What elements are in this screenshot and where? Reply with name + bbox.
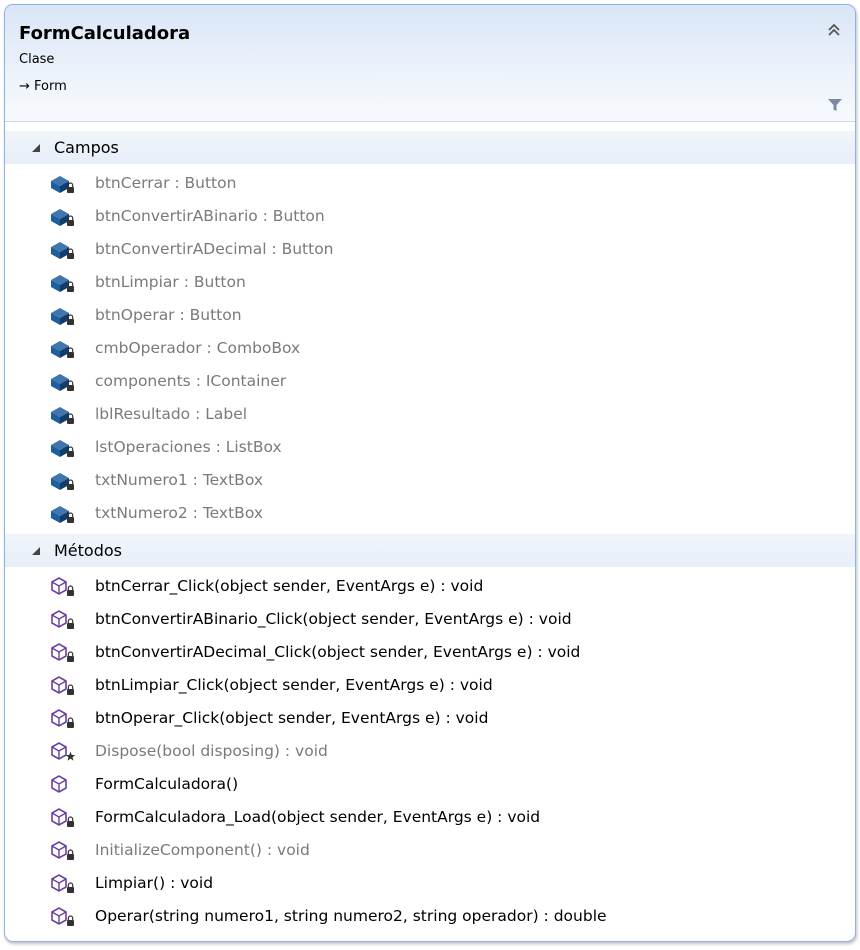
private-field-icon: [49, 369, 77, 395]
method-label: InitializeComponent() : void: [95, 841, 310, 859]
method-label: FormCalculadora(): [95, 775, 239, 793]
filter-icon[interactable]: [827, 97, 843, 113]
field-row[interactable]: btnConvertirADecimal : Button: [5, 234, 855, 267]
field-label: btnOperar : Button: [95, 306, 242, 324]
protected-method-icon: [49, 739, 77, 765]
field-row[interactable]: btnLimpiar : Button: [5, 267, 855, 300]
method-row[interactable]: btnOperar_Click(object sender, EventArgs…: [5, 703, 855, 736]
private-field-icon: [49, 468, 77, 494]
private-method-icon: [49, 871, 77, 897]
field-row[interactable]: btnCerrar : Button: [5, 168, 855, 201]
method-label: Limpiar() : void: [95, 874, 214, 892]
field-row[interactable]: lblResultado : Label: [5, 399, 855, 432]
field-label: components : IContainer: [95, 372, 287, 390]
private-method-icon: [49, 904, 77, 930]
method-row[interactable]: Operar(string numero1, string numero2, s…: [5, 901, 855, 934]
method-label: FormCalculadora_Load(object sender, Even…: [95, 808, 541, 826]
class-diagram-box: FormCalculadora Clase → Form Campos btnC…: [4, 4, 856, 942]
method-label: btnConvertirABinario_Click(object sender…: [95, 610, 572, 628]
method-row[interactable]: Limpiar() : void: [5, 868, 855, 901]
method-row[interactable]: InitializeComponent() : void: [5, 835, 855, 868]
field-label: btnCerrar : Button: [95, 174, 237, 192]
class-name: FormCalculadora: [19, 23, 191, 44]
method-label: btnConvertirADecimal_Click(object sender…: [95, 643, 581, 661]
methods-section-label: Métodos: [54, 541, 122, 560]
private-method-icon: [49, 805, 77, 831]
base-class: → Form: [19, 79, 67, 94]
private-field-icon: [49, 402, 77, 428]
field-row[interactable]: txtNumero1 : TextBox: [5, 465, 855, 498]
method-label: btnCerrar_Click(object sender, EventArgs…: [95, 577, 484, 595]
field-label: btnConvertirADecimal : Button: [95, 240, 334, 258]
method-row[interactable]: btnConvertirADecimal_Click(object sender…: [5, 637, 855, 670]
expand-triangle-icon[interactable]: [31, 143, 41, 153]
public-method-icon: [49, 772, 77, 798]
private-field-icon: [49, 204, 77, 230]
private-method-icon: [49, 574, 77, 600]
method-row[interactable]: btnConvertirABinario_Click(object sender…: [5, 604, 855, 637]
private-method-icon: [49, 706, 77, 732]
class-stereotype: Clase: [19, 52, 55, 67]
field-label: btnLimpiar : Button: [95, 273, 246, 291]
field-row[interactable]: btnOperar : Button: [5, 300, 855, 333]
field-row[interactable]: txtNumero2 : TextBox: [5, 498, 855, 531]
private-field-icon: [49, 270, 77, 296]
fields-section-header[interactable]: Campos: [5, 131, 855, 164]
private-field-icon: [49, 336, 77, 362]
private-field-icon: [49, 237, 77, 263]
class-header: FormCalculadora Clase → Form: [5, 5, 855, 122]
expand-triangle-icon[interactable]: [31, 546, 41, 556]
field-label: txtNumero2 : TextBox: [95, 504, 263, 522]
methods-section-header[interactable]: Métodos: [5, 534, 855, 567]
field-label: cmbOperador : ComboBox: [95, 339, 301, 357]
private-field-icon: [49, 501, 77, 527]
private-field-icon: [49, 303, 77, 329]
field-label: lblResultado : Label: [95, 405, 248, 423]
method-label: btnOperar_Click(object sender, EventArgs…: [95, 709, 489, 727]
private-method-icon: [49, 640, 77, 666]
method-row[interactable]: Dispose(bool disposing) : void: [5, 736, 855, 769]
private-method-icon: [49, 838, 77, 864]
fields-section-label: Campos: [54, 138, 119, 157]
field-label: lstOperaciones : ListBox: [95, 438, 282, 456]
field-label: btnConvertirABinario : Button: [95, 207, 325, 225]
field-row[interactable]: btnConvertirABinario : Button: [5, 201, 855, 234]
field-row[interactable]: components : IContainer: [5, 366, 855, 399]
method-row[interactable]: FormCalculadora(): [5, 769, 855, 802]
field-row[interactable]: lstOperaciones : ListBox: [5, 432, 855, 465]
method-label: btnLimpiar_Click(object sender, EventArg…: [95, 676, 493, 694]
method-row[interactable]: btnLimpiar_Click(object sender, EventArg…: [5, 670, 855, 703]
method-row[interactable]: btnCerrar_Click(object sender, EventArgs…: [5, 571, 855, 604]
private-method-icon: [49, 673, 77, 699]
collapse-chevron-icon[interactable]: [825, 21, 843, 39]
method-row[interactable]: FormCalculadora_Load(object sender, Even…: [5, 802, 855, 835]
method-label: Dispose(bool disposing) : void: [95, 742, 328, 760]
private-field-icon: [49, 171, 77, 197]
method-label: Operar(string numero1, string numero2, s…: [95, 907, 607, 925]
private-field-icon: [49, 435, 77, 461]
private-method-icon: [49, 607, 77, 633]
field-row[interactable]: cmbOperador : ComboBox: [5, 333, 855, 366]
field-label: txtNumero1 : TextBox: [95, 471, 263, 489]
